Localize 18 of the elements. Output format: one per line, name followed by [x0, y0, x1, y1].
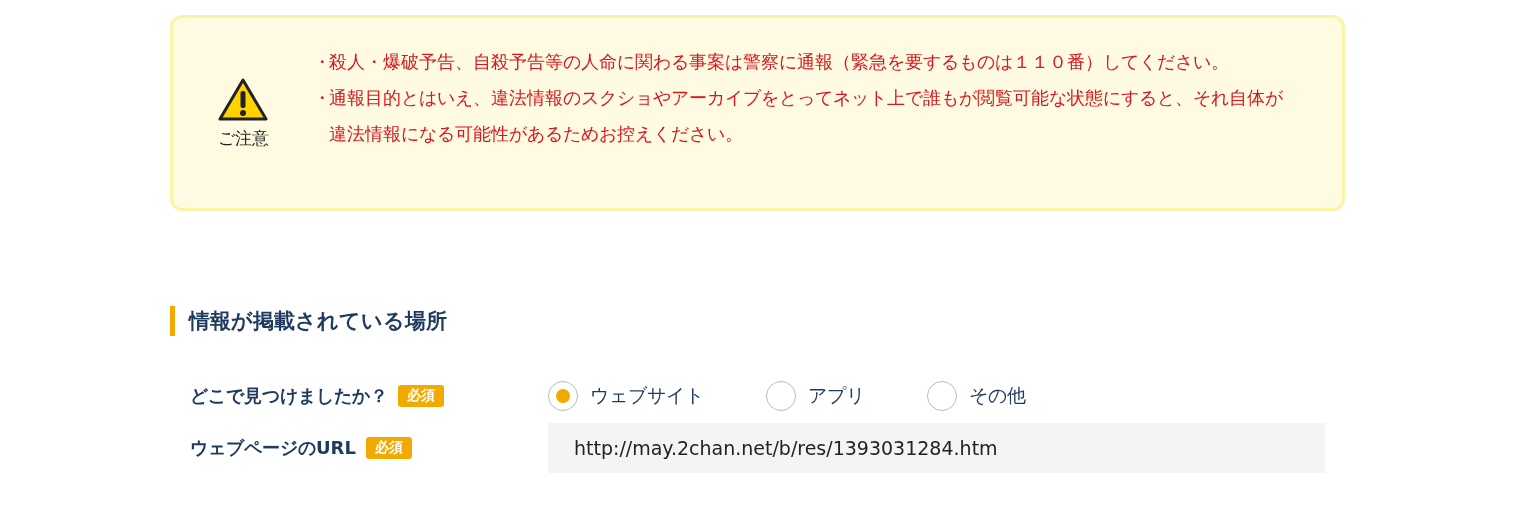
notice-text: 殺人・爆破予告、自殺予告等の人命に関わる事案は警察に通報（緊急を要するものは１１０番）してください。: [329, 51, 1229, 74]
bullet: ・: [313, 87, 329, 110]
radio-icon[interactable]: [766, 381, 796, 411]
radio-option[interactable]: ウェブサイト: [548, 381, 704, 411]
radio-icon[interactable]: [927, 381, 957, 411]
field-label: ウェブページのURL: [190, 436, 356, 460]
url-field[interactable]: http://may.2chan.net/b/res/1393031284.htm: [548, 423, 1325, 473]
radio-option[interactable]: アプリ: [766, 381, 865, 411]
required-badge: 必須: [398, 385, 444, 407]
field-label: どこで見つけましたか？: [190, 384, 388, 408]
bullet: ・: [313, 51, 329, 74]
notice-label: ご注意: [217, 126, 269, 150]
notice-text: 通報目的とはいえ、違法情報のスクショやアーカイブをとってネット上で誰もが閲覧可能な状態にすると、それ自体が違法情報になる可能性があるためお控えください。: [329, 87, 1284, 146]
section-heading: 情報が掲載されている場所: [170, 306, 447, 336]
warning-icon: [217, 76, 269, 123]
radio-option[interactable]: その他: [927, 381, 1026, 411]
required-badge: 必須: [365, 437, 412, 459]
radio-icon[interactable]: [548, 381, 578, 411]
